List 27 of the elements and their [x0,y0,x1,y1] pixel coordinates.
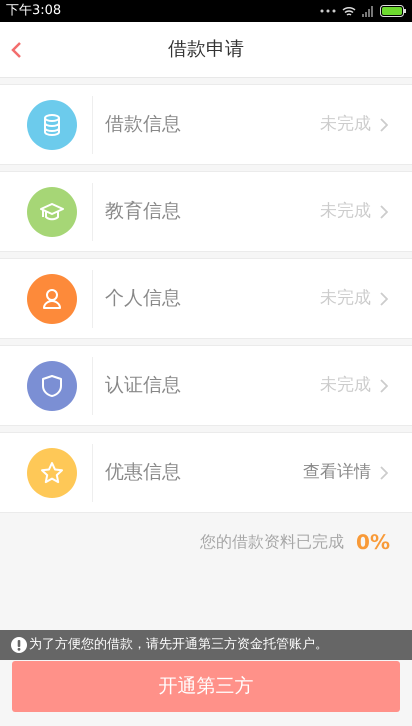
section-status: 查看详情 [303,460,371,484]
wifi-icon [342,6,356,16]
section-label: 认证信息 [105,373,182,398]
chevron-right-icon [380,292,388,306]
notice-text: 为了方便您的借款，请先开通第三方资金托管账户。 [29,636,328,654]
chevron-right-icon [380,466,388,480]
section-label: 个人信息 [105,286,182,312]
star-icon [40,460,64,484]
section-label: 优惠信息 [105,460,182,486]
progress-label: 您的借款资料已完成 [200,531,344,553]
chevron-right-icon [380,118,388,132]
section-row[interactable]: 优惠信息 查看详情 [0,432,412,513]
section-label: 借款信息 [105,112,182,138]
open-account-button[interactable]: 开通第三方 [12,661,400,712]
chevron-right-icon [380,378,388,392]
person-icon [40,286,64,310]
shield-icon [40,374,64,398]
back-icon[interactable] [10,40,22,58]
more-icon [320,9,336,13]
signal-icon [362,6,374,16]
battery-icon [380,5,406,17]
warning-icon [11,637,27,653]
section-label: 教育信息 [105,199,182,224]
chevron-right-icon [380,204,388,218]
progress-value: 0% [356,529,390,556]
page-title: 借款申请 [168,37,244,62]
status-time: 下午3:08 [6,2,62,20]
